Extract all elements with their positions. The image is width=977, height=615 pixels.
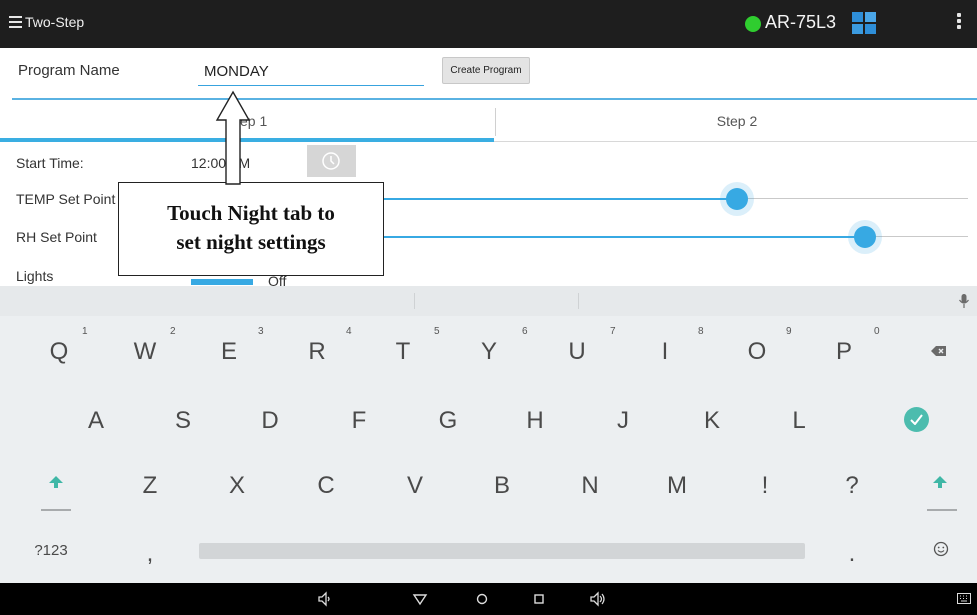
key-f[interactable]: F [339, 407, 379, 435]
divider [12, 98, 977, 100]
suggestion-strip [0, 286, 977, 316]
key-hint: 2 [170, 326, 176, 337]
recents-icon[interactable] [531, 591, 547, 607]
key-period[interactable]: . [832, 540, 872, 568]
key-j[interactable]: J [603, 407, 643, 435]
rh-set-point-label: RH Set Point [16, 229, 97, 245]
key-g[interactable]: G [428, 407, 468, 435]
slider-thumb[interactable] [725, 188, 748, 210]
key-exclamation[interactable]: ! [745, 472, 785, 500]
shift-underline [41, 509, 71, 511]
space-bar[interactable] [199, 543, 805, 559]
slider-fill [360, 198, 737, 200]
key-hint: 6 [522, 326, 528, 337]
check-icon [910, 414, 923, 425]
key-e[interactable]: E [209, 338, 249, 366]
key-l[interactable]: L [779, 407, 819, 435]
key-hint: 9 [786, 326, 792, 337]
slider-fill [360, 236, 865, 238]
callout-line-1: Touch Night tab to [167, 201, 335, 225]
lights-toggle[interactable] [191, 279, 253, 285]
key-i[interactable]: I [645, 338, 685, 366]
instruction-callout: Touch Night tab to set night settings [118, 182, 384, 276]
keyboard-icon[interactable] [957, 593, 971, 604]
shift-left-icon[interactable] [48, 475, 64, 489]
key-n[interactable]: N [570, 472, 610, 500]
rh-slider[interactable] [360, 226, 968, 248]
key-z[interactable]: Z [130, 472, 170, 500]
time-picker-button[interactable] [307, 145, 356, 177]
key-hint: 7 [610, 326, 616, 337]
key-d[interactable]: D [250, 407, 290, 435]
suggestion-divider [414, 293, 415, 309]
temp-slider[interactable] [360, 188, 968, 210]
key-a[interactable]: A [76, 407, 116, 435]
start-time-label: Start Time: [16, 155, 84, 171]
microphone-icon[interactable] [958, 293, 970, 309]
program-name-label: Program Name [18, 62, 120, 79]
key-question[interactable]: ? [832, 472, 872, 500]
key-m[interactable]: M [657, 472, 697, 500]
key-hint: 4 [346, 326, 352, 337]
enter-key[interactable] [904, 407, 929, 432]
tab-step-2[interactable]: Step 2 [497, 102, 977, 140]
overflow-menu-icon[interactable] [956, 13, 962, 33]
emoji-icon[interactable] [933, 541, 949, 557]
home-icon[interactable] [474, 591, 490, 607]
symbols-key[interactable]: ?123 [24, 542, 78, 559]
key-x[interactable]: X [217, 472, 257, 500]
key-v[interactable]: V [395, 472, 435, 500]
key-hint: 1 [82, 326, 88, 337]
navigation-bar [0, 583, 977, 615]
key-hint: 0 [874, 326, 880, 337]
key-comma[interactable]: , [130, 540, 170, 568]
key-r[interactable]: R [297, 338, 337, 366]
key-c[interactable]: C [306, 472, 346, 500]
key-hint: 3 [258, 326, 264, 337]
key-hint: 8 [698, 326, 704, 337]
key-y[interactable]: Y [469, 338, 509, 366]
backspace-icon[interactable] [931, 345, 947, 357]
action-bar: Two-Step AR-75L3 [0, 0, 977, 48]
key-b[interactable]: B [482, 472, 522, 500]
slider-thumb[interactable] [853, 226, 876, 248]
shift-underline [927, 509, 957, 511]
temp-set-point-label: TEMP Set Point [16, 191, 116, 207]
status-dot-icon [745, 16, 761, 32]
clock-icon [322, 152, 340, 170]
grid-icon[interactable] [852, 12, 876, 34]
device-name[interactable]: AR-75L3 [765, 12, 836, 33]
app-title: Two-Step [25, 14, 85, 30]
lights-label: Lights [16, 268, 54, 284]
tab-divider-line [494, 141, 977, 142]
key-p[interactable]: P [824, 338, 864, 366]
key-o[interactable]: O [737, 338, 777, 366]
volume-up-icon[interactable] [589, 591, 607, 607]
soft-keyboard: Q W E R T Y U I O P 1 2 3 4 5 6 7 8 9 0 … [0, 286, 977, 583]
menu-icon[interactable] [9, 16, 22, 28]
key-h[interactable]: H [515, 407, 555, 435]
key-k[interactable]: K [692, 407, 732, 435]
key-t[interactable]: T [383, 338, 423, 366]
back-icon[interactable] [412, 591, 428, 607]
shift-right-icon[interactable] [932, 475, 948, 489]
program-name-input[interactable] [198, 58, 424, 86]
key-hint: 5 [434, 326, 440, 337]
callout-line-2: set night settings [176, 230, 326, 254]
key-q[interactable]: Q [39, 338, 79, 366]
key-s[interactable]: S [163, 407, 203, 435]
create-program-button[interactable]: Create Program [442, 57, 530, 84]
volume-down-icon[interactable] [317, 591, 333, 607]
tab-divider [495, 108, 496, 136]
callout-arrow-icon [215, 90, 251, 185]
key-w[interactable]: W [125, 338, 165, 366]
suggestion-divider [578, 293, 579, 309]
key-u[interactable]: U [557, 338, 597, 366]
